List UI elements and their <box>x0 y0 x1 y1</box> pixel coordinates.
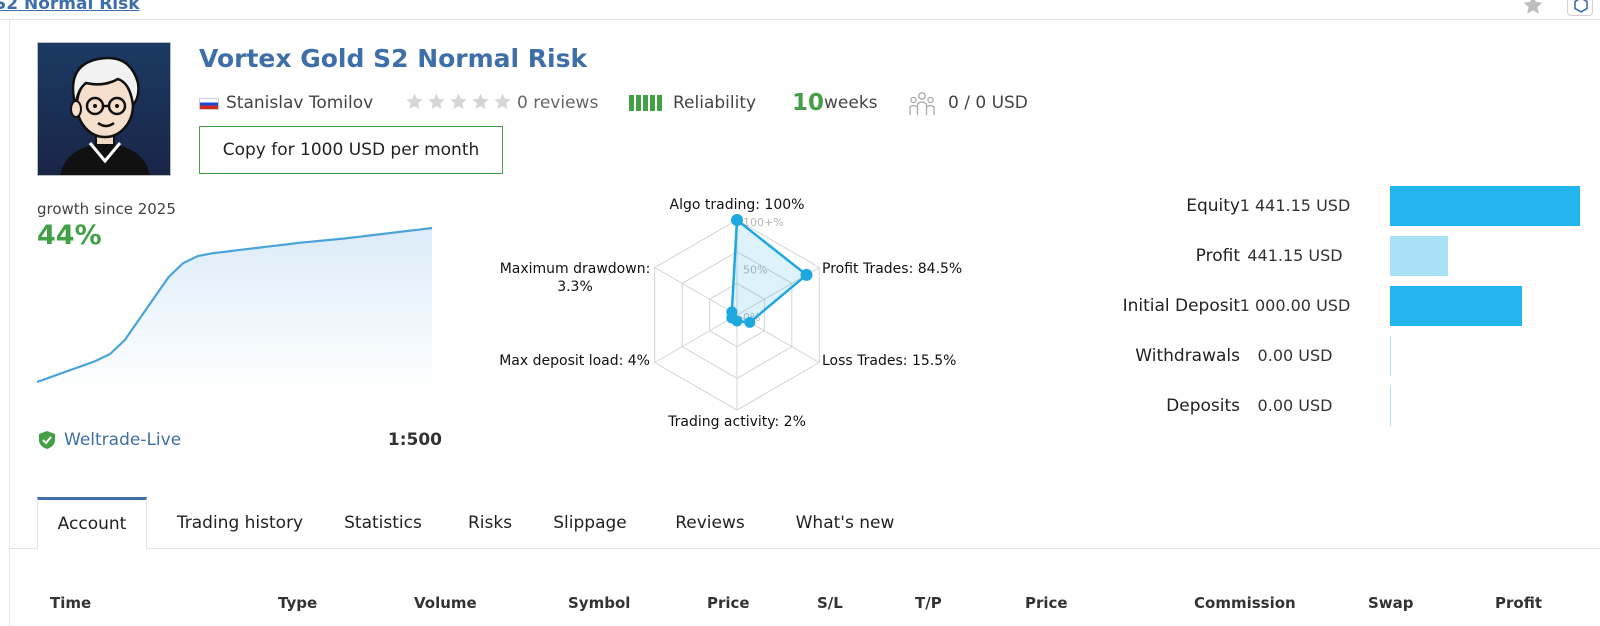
column-header-swap[interactable]: Swap <box>1368 588 1414 618</box>
radar-data-point[interactable] <box>726 306 738 318</box>
financial-bar-track <box>1390 386 1586 426</box>
growth-label: growth since 2025 <box>37 200 176 218</box>
trades-table-header: Time Type Volume Symbol Price S/L T/P Price Comm… <box>10 588 1600 618</box>
column-header-volume[interactable]: Volume <box>414 588 477 618</box>
rating-star-icon[interactable] <box>449 92 468 111</box>
financial-row-profit: Profit 441.15 USD <box>1040 236 1596 276</box>
broker-name[interactable]: Weltrade-Live <box>64 428 181 452</box>
subscribers-icon <box>908 91 936 126</box>
verified-shield-icon <box>39 431 55 449</box>
tab-bar: Account Trading history Statistics Risks Sli… <box>10 497 1600 550</box>
reliability-bar <box>643 95 648 111</box>
financial-bar[interactable] <box>1390 236 1448 276</box>
tab-reviews[interactable]: Reviews <box>660 497 760 550</box>
financial-row-deposits: Deposits 0.00 USD <box>1040 386 1596 426</box>
tab-trading-history[interactable]: Trading history <box>160 497 320 550</box>
radar-label-max-drawdown: Maximum drawdown: <box>500 261 651 277</box>
financial-bar[interactable] <box>1390 336 1391 376</box>
column-header-price[interactable]: Price <box>1025 588 1068 618</box>
column-header-profit[interactable]: Profit <box>1495 588 1542 618</box>
radar-spoke <box>654 267 738 316</box>
share-icon <box>1574 0 1588 13</box>
financial-row-equity: Equity 1 441.15 USD <box>1040 186 1596 226</box>
tab-risks[interactable]: Risks <box>450 497 530 550</box>
growth-area <box>37 228 432 394</box>
financial-bar-track <box>1390 336 1586 376</box>
radar-label-profit-trades: Profit Trades: 84.5% <box>822 261 962 277</box>
radar-label-loss-trades: Loss Trades: 15.5% <box>822 353 956 369</box>
reliability-bar <box>636 95 641 111</box>
rating-star-icon[interactable] <box>471 92 490 111</box>
financial-value: 0.00 USD <box>1257 346 1333 365</box>
financial-value: 441.15 USD <box>1247 246 1343 265</box>
radar-label-max-drawdown-value: 3.3% <box>557 279 593 295</box>
rating-star-icon[interactable] <box>427 92 446 111</box>
reliability-bar <box>629 95 634 111</box>
risk-radar-chart: 100+%50%0%Algo trading: 100%Profit Trade… <box>499 197 962 430</box>
financial-bar-track <box>1390 186 1586 226</box>
radar-label-algo-trading: Algo trading: 100% <box>670 197 805 213</box>
radar-data-point[interactable] <box>744 316 756 328</box>
financial-bar[interactable] <box>1390 386 1391 426</box>
tab-statistics[interactable]: Statistics <box>328 497 438 550</box>
financial-bar[interactable] <box>1390 186 1580 226</box>
radar-spoke <box>654 314 738 363</box>
column-header-time[interactable]: Time <box>50 588 91 618</box>
favorite-star-icon[interactable] <box>1522 0 1544 20</box>
radar-data-area <box>730 217 809 324</box>
financial-value: 1 441.15 USD <box>1239 196 1351 215</box>
financial-row-initial-deposit: Initial Deposit 1 000.00 USD <box>1040 286 1596 326</box>
radar-data-point[interactable] <box>731 214 743 226</box>
column-header-price[interactable]: Price <box>707 588 750 618</box>
author-name[interactable]: Stanislav Tomilov <box>226 89 373 117</box>
rating-star-icon[interactable] <box>493 92 512 111</box>
column-header-commission[interactable]: Commission <box>1194 588 1296 618</box>
column-header-t-p[interactable]: T/P <box>915 588 942 618</box>
radar-data-point[interactable] <box>800 268 813 281</box>
leverage: 1:500 <box>387 430 442 450</box>
financial-row-withdrawals: Withdrawals 0.00 USD <box>1040 336 1596 376</box>
radar-label-trading-activity: Trading activity: 2% <box>667 414 806 430</box>
financial-value: 0.00 USD <box>1257 396 1333 415</box>
subscribers-count: 0 / 0 USD <box>948 93 1028 113</box>
tab-slippage[interactable]: Slippage <box>540 497 640 550</box>
growth-chart[interactable] <box>37 222 442 394</box>
author-avatar[interactable] <box>37 42 171 176</box>
financial-bar-track <box>1390 236 1586 276</box>
radar-scale-label: 100+% <box>743 216 784 229</box>
avatar-illustration-icon <box>60 56 150 175</box>
reliability-label: Reliability <box>673 93 757 113</box>
column-header-type[interactable]: Type <box>278 588 317 618</box>
tab-account[interactable]: Account <box>37 497 147 550</box>
tab-what-s-new[interactable]: What's new <box>780 497 910 550</box>
reliability-bar <box>650 95 655 111</box>
reliability-bar <box>657 95 662 111</box>
financial-bar-track <box>1390 286 1586 326</box>
rating-stars[interactable] <box>405 92 512 111</box>
column-header-symbol[interactable]: Symbol <box>568 588 630 618</box>
financial-bar[interactable] <box>1390 286 1522 326</box>
column-header-s-l[interactable]: S/L <box>817 588 843 618</box>
reliability-bars-icon <box>629 95 662 111</box>
weeks-value: 10 <box>792 90 825 116</box>
signal-title[interactable]: Vortex Gold S2 Normal Risk <box>199 44 587 73</box>
russia-flag-icon <box>199 98 219 110</box>
reviews-count[interactable]: 0 reviews <box>517 89 598 117</box>
signal-title-link[interactable]: S2 Normal Risk <box>0 0 140 14</box>
top-bar: S2 Normal Risk <box>0 0 1600 20</box>
weeks-label: weeks <box>824 93 878 113</box>
rating-star-icon[interactable] <box>405 92 424 111</box>
share-button[interactable] <box>1567 0 1593 16</box>
copy-signal-button[interactable]: Copy for 1000 USD per month <box>199 126 503 174</box>
radar-label-max-deposit-load: Max deposit load: 4% <box>499 353 650 369</box>
financial-value: 1 000.00 USD <box>1239 296 1351 315</box>
